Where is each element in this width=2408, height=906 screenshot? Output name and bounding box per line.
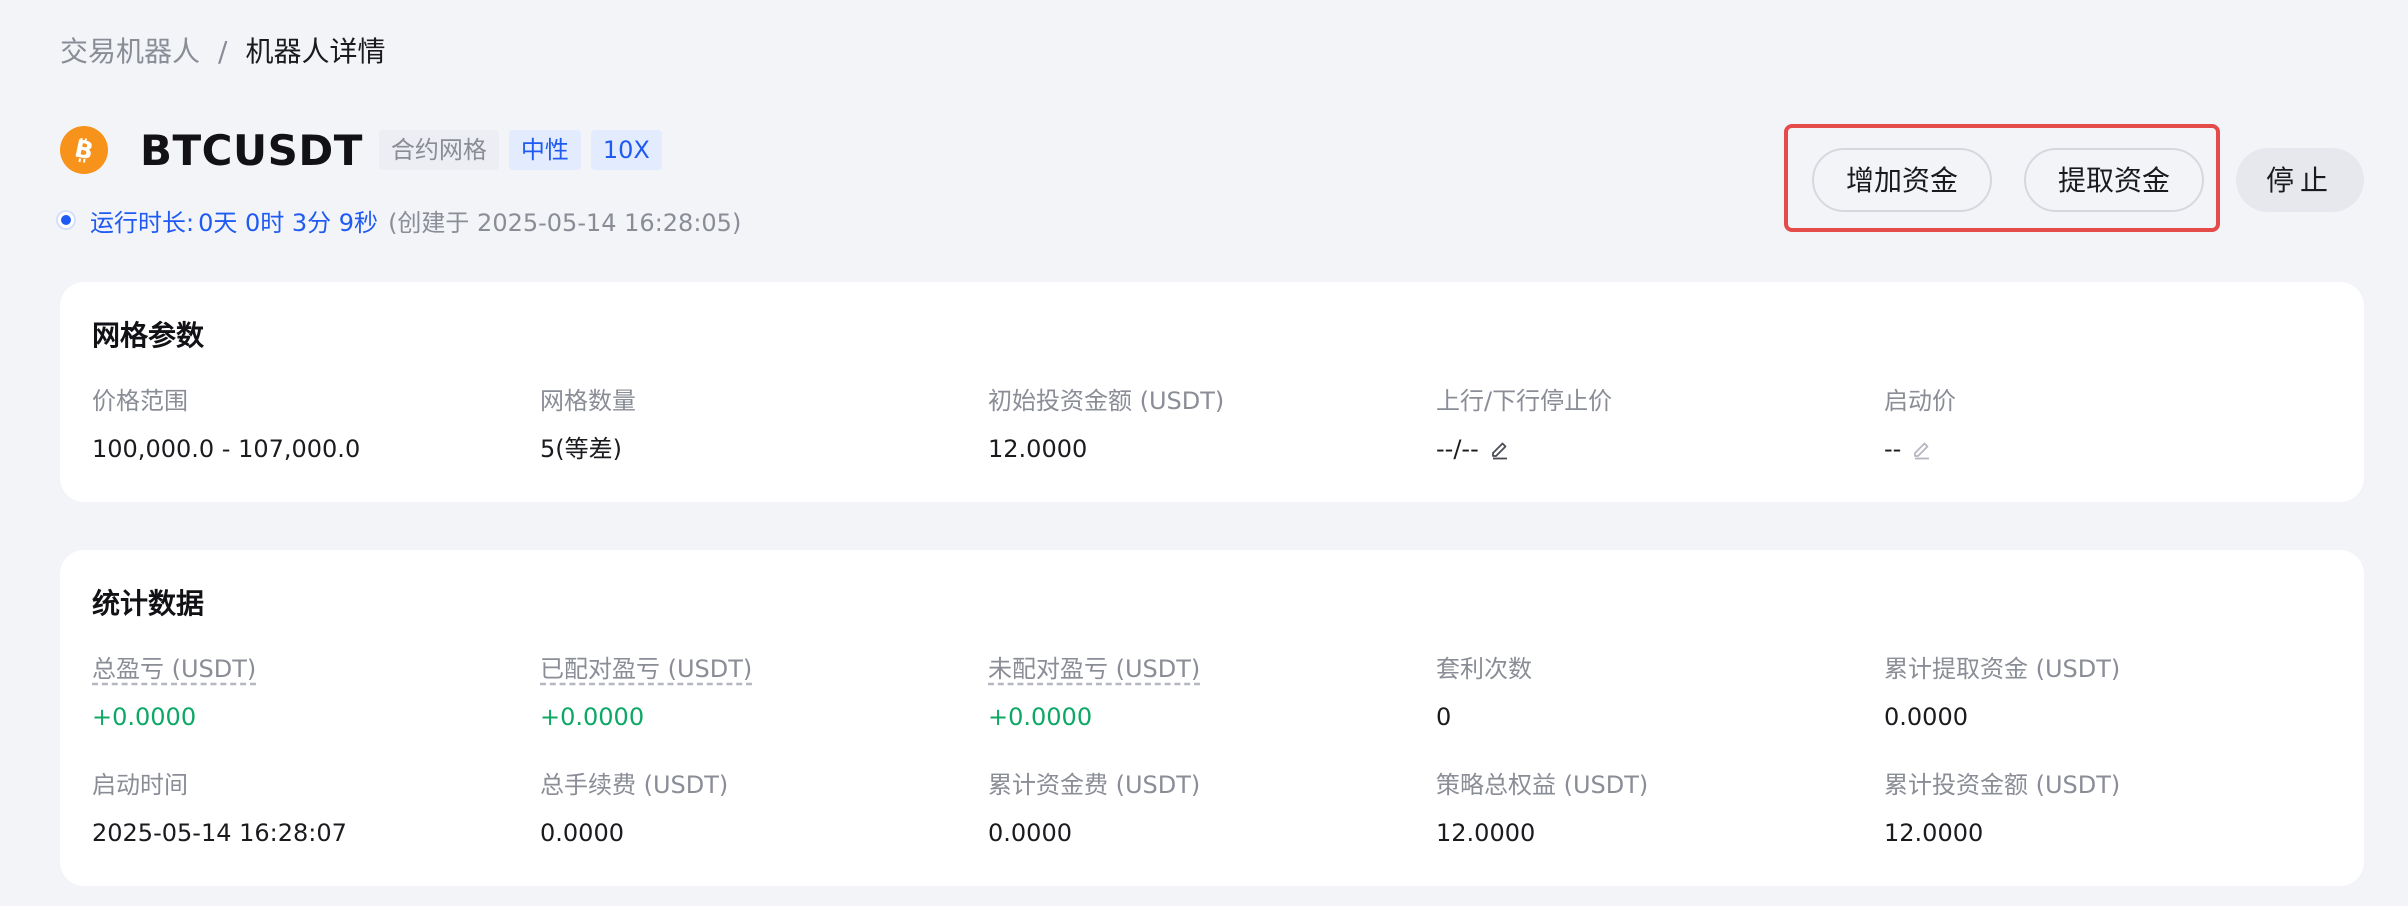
field-value: 0.0000 <box>988 819 1072 847</box>
field-label: 初始投资金额 (USDT) <box>988 387 1225 415</box>
field-value: +0.0000 <box>540 703 645 731</box>
stats-card: 统计数据 总盈亏 (USDT) +0.0000 已配对盈亏 (USDT) +0.… <box>60 550 2364 886</box>
field-label: 累计投资金额 (USDT) <box>1884 771 2121 799</box>
stop-button[interactable]: 停止 <box>2236 148 2364 212</box>
field-value-row: -- <box>1884 432 1956 466</box>
field-value: 12.0000 <box>1436 819 1536 847</box>
breadcrumb-current: 机器人详情 <box>245 35 386 68</box>
field-value: --/-- <box>1436 435 1479 463</box>
breadcrumb-root-link[interactable]: 交易机器人 <box>60 32 200 72</box>
field-label: 总手续费 (USDT) <box>540 771 729 799</box>
stat-total-equity: 策略总权益 (USDT) 12.0000 <box>1436 768 1648 850</box>
robot-symbol: BTCUSDT <box>140 125 363 175</box>
breadcrumb-separator: / <box>218 35 228 68</box>
field-label: 启动时间 <box>92 771 188 799</box>
field-value: +0.0000 <box>92 703 197 731</box>
runtime-info: 运行时长: 0天 0时 3分 9秒 (创建于 2025-05-14 16:28:… <box>56 202 741 238</box>
stat-total-invested: 累计投资金额 (USDT) 12.0000 <box>1884 768 2120 850</box>
field-label: 网格数量 <box>540 387 636 415</box>
withdraw-funds-button[interactable]: 提取资金 <box>2024 148 2204 212</box>
breadcrumb: 交易机器人 / 机器人详情 <box>60 32 385 72</box>
stat-funding-fees: 累计资金费 (USDT) 0.0000 <box>988 768 1200 850</box>
field-value: 100,000.0 - 107,000.0 <box>92 435 361 463</box>
stat-total-pnl: 总盈亏 (USDT) +0.0000 <box>92 652 256 734</box>
field-value: -- <box>1884 435 1902 463</box>
field-stop-price: 上行/下行停止价 --/-- <box>1436 384 1612 466</box>
grid-params-title: 网格参数 <box>92 319 205 352</box>
stat-start-time: 启动时间 2025-05-14 16:28:07 <box>92 768 347 850</box>
runtime-duration: 0天 0时 3分 9秒 <box>198 208 379 237</box>
bitcoin-icon: B <box>60 126 108 174</box>
stats-title: 统计数据 <box>92 587 205 620</box>
field-label: 价格范围 <box>92 387 188 415</box>
robot-header: B BTCUSDT 合约网格 中性 10X <box>60 122 672 178</box>
created-time: (创建于 2025-05-14 16:28:05) <box>388 208 742 237</box>
field-label[interactable]: 总盈亏 (USDT) <box>92 652 256 686</box>
field-start-price: 启动价 -- <box>1884 384 1956 466</box>
field-value: 0.0000 <box>1884 703 1968 731</box>
edit-icon[interactable] <box>1489 438 1511 460</box>
stat-arbitrage-count: 套利次数 0 <box>1436 652 1532 734</box>
field-label: 累计提取资金 (USDT) <box>1884 655 2121 683</box>
runtime-label: 运行时长: <box>90 208 195 237</box>
tag-type: 合约网格 <box>378 130 499 170</box>
field-value: 12.0000 <box>1884 819 1984 847</box>
field-label: 策略总权益 (USDT) <box>1436 771 1649 799</box>
field-value: +0.0000 <box>988 703 1093 731</box>
field-value: 12.0000 <box>988 435 1088 463</box>
tag-leverage: 10X <box>590 130 662 170</box>
stat-unmatched-pnl: 未配对盈亏 (USDT) +0.0000 <box>988 652 1200 734</box>
tag-mode: 中性 <box>508 130 581 170</box>
add-funds-button[interactable]: 增加资金 <box>1812 148 1992 212</box>
stat-total-withdrawn: 累计提取资金 (USDT) 0.0000 <box>1884 652 2120 734</box>
field-label: 启动价 <box>1884 387 1956 415</box>
field-label[interactable]: 已配对盈亏 (USDT) <box>540 652 752 686</box>
field-value: 5(等差) <box>540 435 622 463</box>
field-value-row: --/-- <box>1436 432 1612 466</box>
field-initial-investment: 初始投资金额 (USDT) 12.0000 <box>988 384 1224 466</box>
field-label: 累计资金费 (USDT) <box>988 771 1201 799</box>
field-value: 0 <box>1436 703 1452 731</box>
running-status-icon <box>56 210 76 230</box>
field-label: 上行/下行停止价 <box>1436 387 1613 415</box>
field-grid-count: 网格数量 5(等差) <box>540 384 636 466</box>
field-price-range: 价格范围 100,000.0 - 107,000.0 <box>92 384 360 466</box>
grid-params-card: 网格参数 价格范围 100,000.0 - 107,000.0 网格数量 5(等… <box>60 282 2364 502</box>
field-value: 2025-05-14 16:28:07 <box>92 819 347 847</box>
field-value: 0.0000 <box>540 819 624 847</box>
stat-matched-pnl: 已配对盈亏 (USDT) +0.0000 <box>540 652 752 734</box>
field-label[interactable]: 未配对盈亏 (USDT) <box>988 652 1200 686</box>
edit-icon[interactable] <box>1911 438 1933 460</box>
stat-total-fees: 总手续费 (USDT) 0.0000 <box>540 768 728 850</box>
field-label: 套利次数 <box>1436 655 1532 683</box>
